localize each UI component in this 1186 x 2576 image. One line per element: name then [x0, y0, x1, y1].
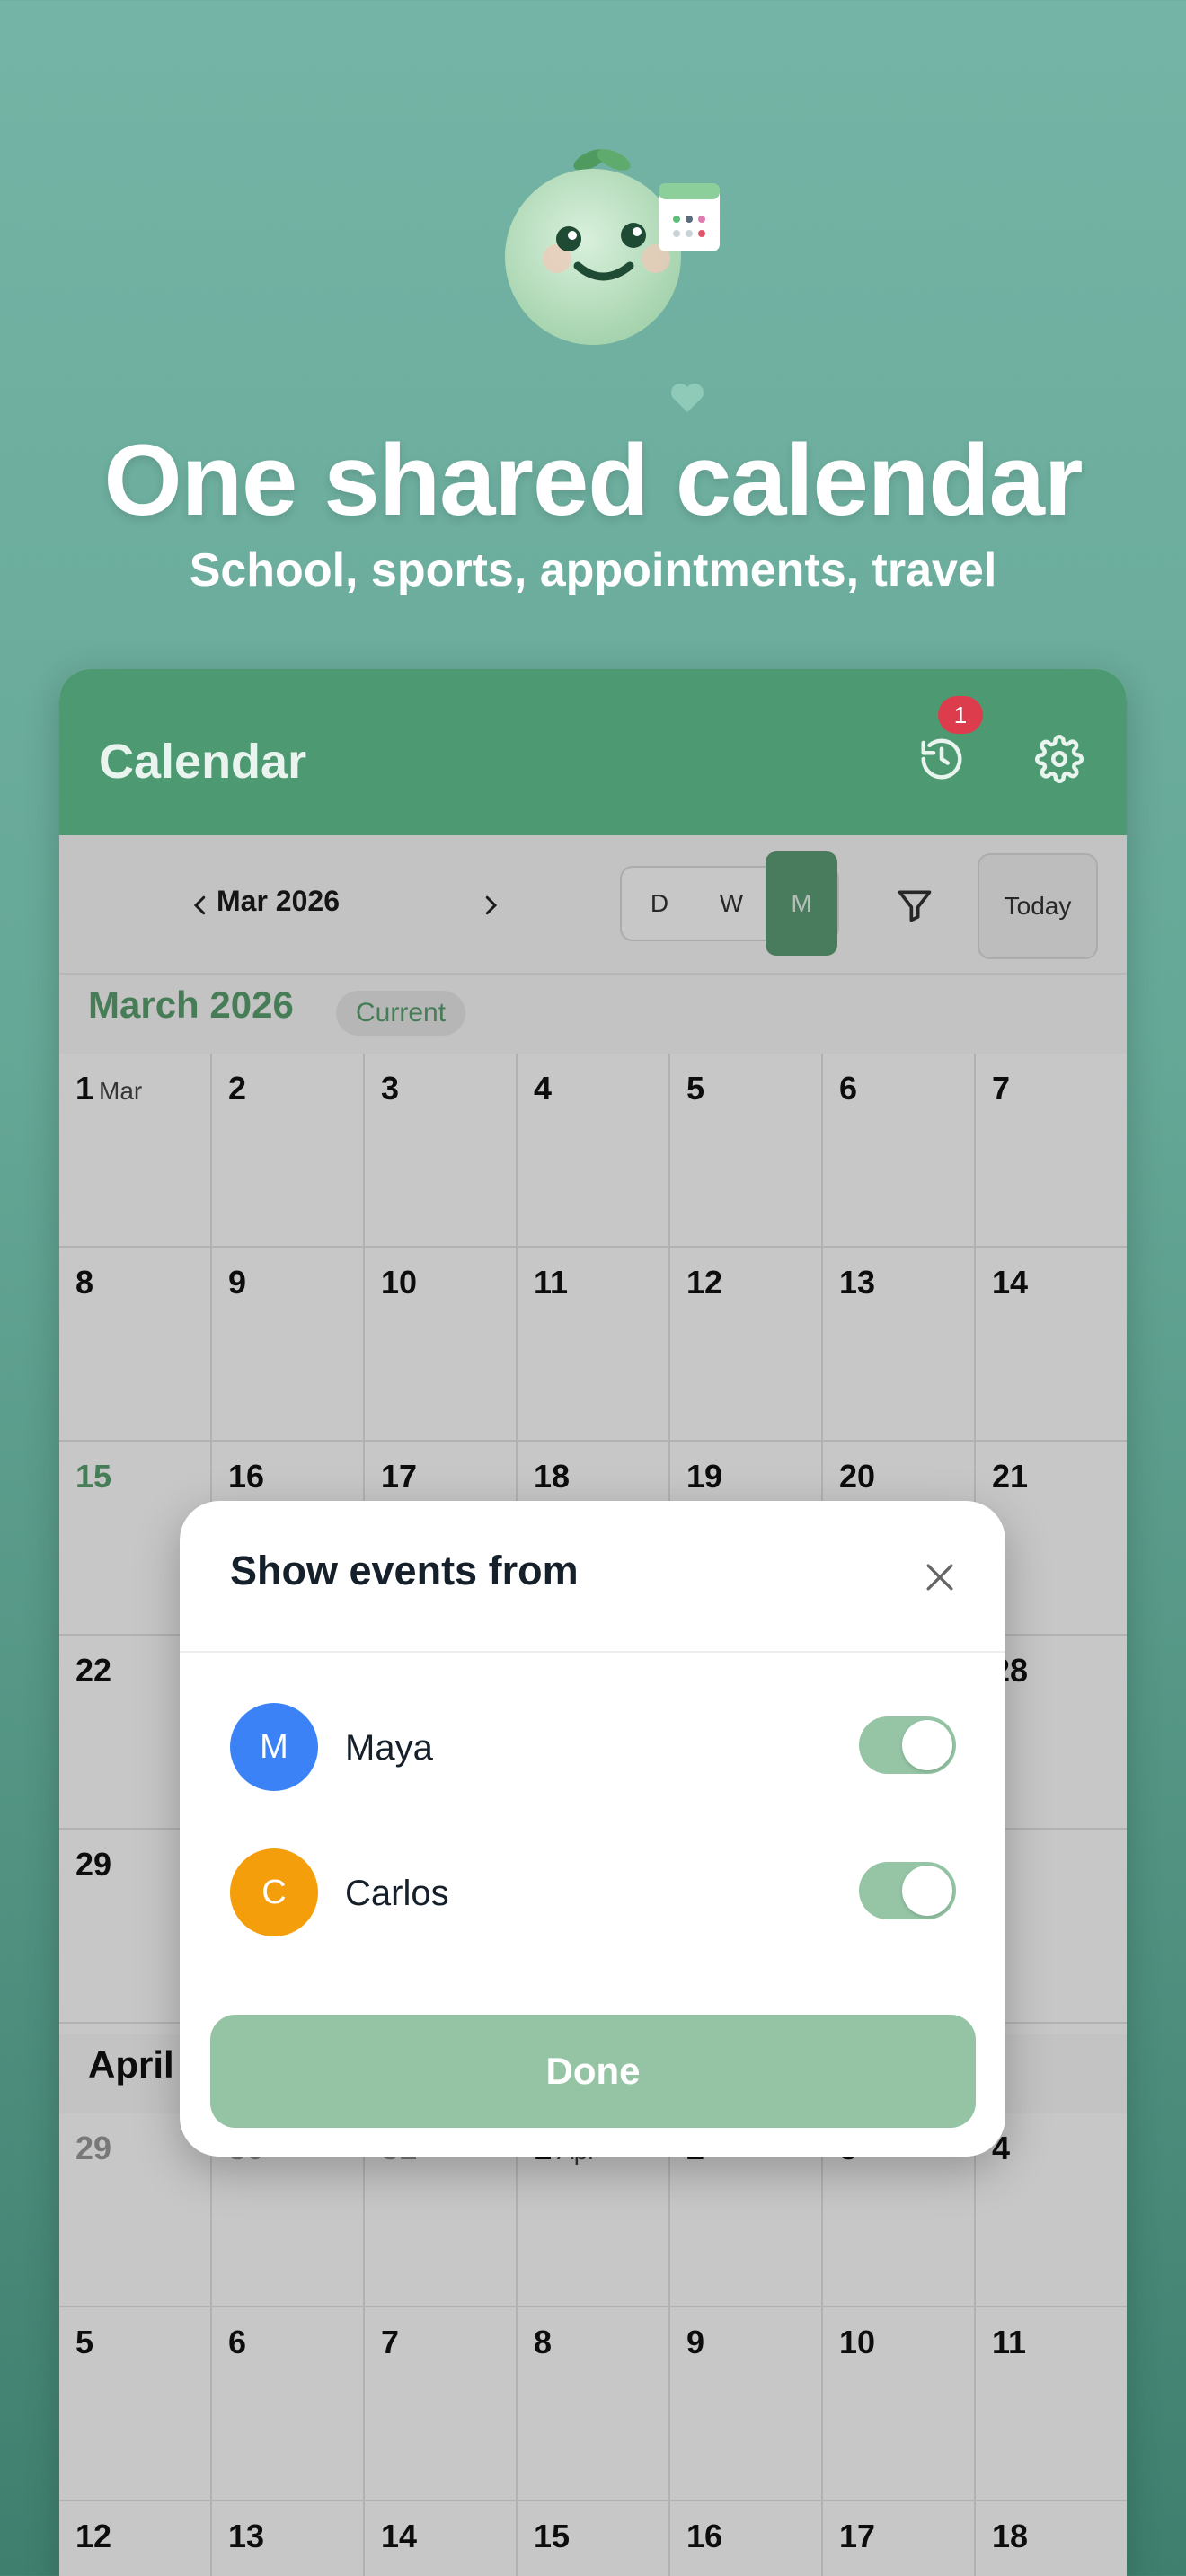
person-name: Maya [345, 1728, 433, 1768]
mascot-illustration [505, 149, 720, 345]
show-events-modal: Show events from M Maya C Carlos Done [180, 1501, 1005, 2157]
done-button[interactable]: Done [210, 2015, 976, 2128]
gear-icon [1035, 735, 1084, 783]
close-button[interactable] [913, 1550, 967, 1604]
close-icon [926, 1564, 953, 1591]
history-button[interactable] [906, 723, 978, 795]
app-title: Calendar [99, 735, 307, 789]
history-badge: 1 [938, 696, 983, 734]
heart-icon [671, 384, 704, 412]
hero-subtitle: School, sports, appointments, travel [189, 544, 997, 596]
avatar: M [230, 1703, 318, 1791]
toggle-knob [902, 1866, 952, 1916]
toggle-knob [902, 1720, 952, 1770]
person-row-carlos: C Carlos [180, 1848, 1005, 1938]
person-row-maya: M Maya [180, 1703, 1005, 1793]
modal-title: Show events from [230, 1548, 579, 1593]
person-name: Carlos [345, 1874, 449, 1913]
toggle-maya[interactable] [859, 1716, 956, 1774]
settings-button[interactable] [1023, 723, 1095, 795]
modal-divider [180, 1651, 1005, 1653]
toggle-carlos[interactable] [859, 1862, 956, 1919]
app-header: Calendar 1 [59, 669, 1127, 835]
history-icon [921, 738, 962, 780]
avatar: C [230, 1848, 318, 1936]
hero-title: One shared calendar [103, 424, 1083, 536]
